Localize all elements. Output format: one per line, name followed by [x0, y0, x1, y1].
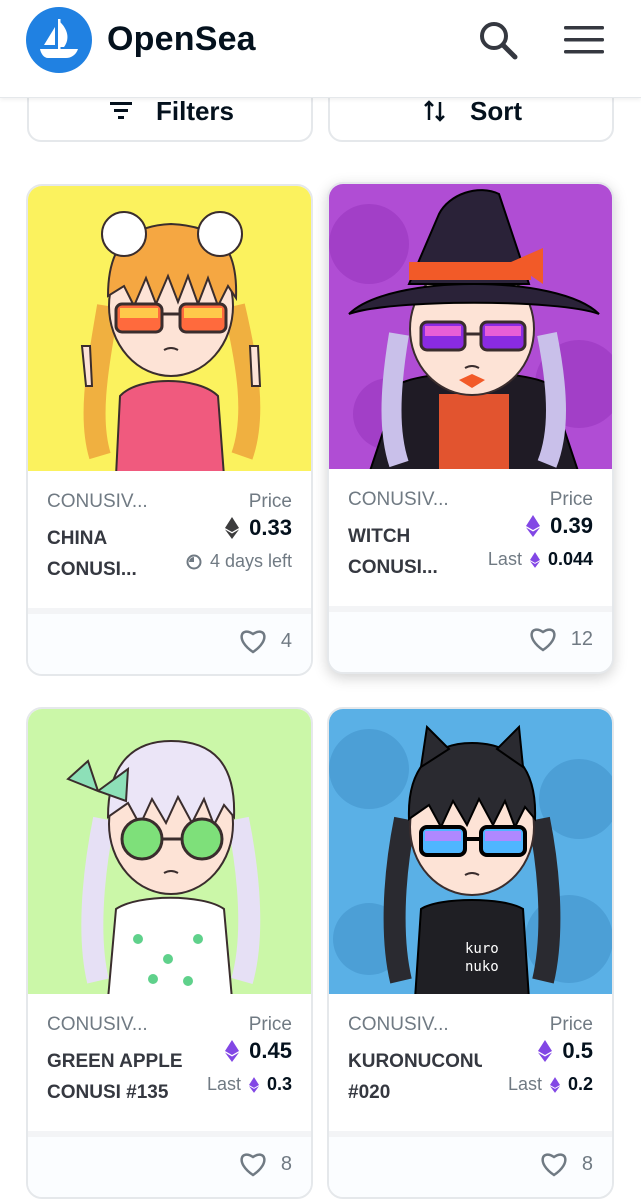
sailboat-icon [40, 19, 78, 58]
anime-girl-kuronuko-artwork: kuro nuko [329, 709, 612, 994]
nft-artwork[interactable]: kuro nuko [329, 709, 612, 994]
favorite-button[interactable]: 8 [239, 1151, 292, 1177]
nft-name-line2: CONUSI... [348, 557, 438, 578]
nft-name-line2: #020 [348, 1082, 391, 1103]
top-nav: OpenSea [0, 0, 641, 98]
price-value: 0.39 [550, 513, 593, 538]
collection-name[interactable]: CONUSIV... [47, 1014, 148, 1036]
collection-name[interactable]: CONUSIV... [47, 491, 148, 513]
filter-icon [109, 102, 132, 119]
price-label: Price [248, 1014, 292, 1035]
nft-name-line1: GREEN APPLE [47, 1051, 183, 1072]
nft-artwork[interactable] [28, 709, 311, 994]
favorite-button[interactable]: 8 [540, 1151, 593, 1177]
nft-card[interactable]: kuro nuko CONUSIV... KURONUCONU #020 Pri… [327, 707, 614, 1199]
collection-name[interactable]: CONUSIV... [348, 489, 449, 511]
hamburger-menu-icon [564, 26, 604, 54]
eth-icon [549, 1076, 560, 1093]
favorite-button[interactable]: 4 [239, 628, 292, 654]
price-value: 0.45 [249, 1038, 292, 1063]
heart-icon [541, 1153, 567, 1177]
anime-girl-china-artwork [28, 186, 311, 471]
eth-icon [526, 515, 541, 537]
sort-arrows-icon [424, 100, 445, 122]
nft-name-line1: KURONUCONU [348, 1051, 482, 1072]
time-left-text: 4 days left [209, 551, 292, 571]
like-count: 8 [581, 1152, 593, 1175]
price-label: Price [549, 489, 593, 510]
anime-girl-green-apple-artwork [28, 709, 311, 994]
brand-name[interactable]: OpenSea [107, 20, 256, 59]
like-count: 8 [280, 1152, 292, 1175]
last-value: 0.3 [266, 1074, 292, 1094]
last-label: Last [487, 549, 522, 569]
eth-icon [538, 1040, 553, 1062]
nft-name: WITCH CONUSI... [348, 521, 488, 583]
last-label: Last [206, 1074, 241, 1094]
nft-name-line2: CONUSI #135 [47, 1082, 169, 1103]
anime-girl-witch-artwork [329, 184, 612, 469]
favorite-button[interactable]: 12 [529, 626, 593, 652]
nft-artwork[interactable] [329, 184, 612, 469]
search-icon [480, 22, 518, 60]
last-sale: Last 0.3 [207, 1074, 292, 1095]
search-button[interactable] [474, 16, 522, 64]
last-sale: Last 0.2 [508, 1074, 593, 1095]
price: 0.5 [538, 1038, 593, 1064]
nft-card[interactable]: CONUSIV... GREEN APPLE CONUSI #135 Price… [26, 707, 313, 1199]
eth-icon [225, 517, 240, 539]
like-count: 4 [280, 629, 292, 652]
eth-icon [529, 551, 540, 568]
menu-button[interactable] [560, 16, 608, 64]
price: 0.33 [225, 515, 292, 541]
nft-info: CONUSIV... WITCH CONUSI... Price 0.39 La… [329, 469, 612, 606]
shirt-text: nuko [465, 959, 499, 975]
nft-info: CONUSIV... GREEN APPLE CONUSI #135 Price… [28, 994, 311, 1131]
nft-name-line1: CHINA [47, 528, 108, 549]
price-label: Price [549, 1014, 593, 1035]
nft-name-line2: CONUSI... [47, 559, 137, 580]
sort-label: Sort [470, 95, 522, 126]
card-footer: 12 [329, 606, 612, 672]
card-footer: 8 [28, 1131, 311, 1197]
opensea-logo[interactable] [26, 7, 92, 73]
nft-info: CONUSIV... KURONUCONU #020 Price 0.5 Las… [329, 994, 612, 1131]
last-label: Last [507, 1074, 542, 1094]
collection-name[interactable]: CONUSIV... [348, 1014, 449, 1036]
eth-icon [225, 1040, 240, 1062]
last-value: 0.044 [547, 549, 593, 569]
shirt-text: kuro [465, 941, 499, 957]
filters-label: Filters [155, 95, 235, 126]
nft-name-line1: WITCH [348, 526, 411, 547]
last-sale: Last 0.044 [488, 549, 593, 570]
nft-card[interactable]: CONUSIV... WITCH CONUSI... Price 0.39 La… [327, 182, 614, 674]
card-footer: 4 [28, 608, 311, 674]
nft-card[interactable]: CONUSIV... CHINA CONUSI... Price 0.33 4 … [26, 184, 313, 676]
heart-icon [240, 1153, 266, 1177]
price-label: Price [248, 491, 292, 512]
eth-icon [248, 1076, 259, 1093]
nft-artwork[interactable] [28, 186, 311, 471]
last-value: 0.2 [567, 1074, 593, 1094]
price: 0.45 [225, 1038, 292, 1064]
nft-name: KURONUCONU #020 [348, 1046, 488, 1108]
price-value: 0.5 [562, 1038, 593, 1063]
nft-name: GREEN APPLE CONUSI #135 [47, 1046, 187, 1108]
heart-icon [530, 628, 556, 652]
nft-info: CONUSIV... CHINA CONUSI... Price 0.33 4 … [28, 471, 311, 608]
time-left: 4 days left [186, 551, 292, 572]
heart-icon [240, 630, 266, 654]
card-footer: 8 [329, 1131, 612, 1197]
like-count: 12 [570, 627, 593, 650]
nft-name: CHINA CONUSI... [47, 523, 187, 585]
price-value: 0.33 [249, 515, 292, 540]
price: 0.39 [526, 513, 593, 539]
clock-icon [186, 554, 202, 569]
